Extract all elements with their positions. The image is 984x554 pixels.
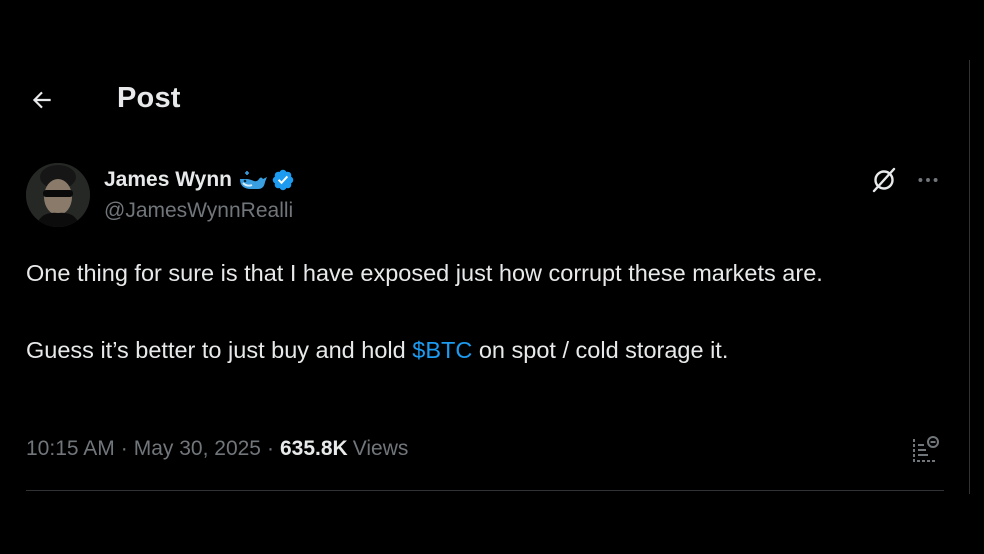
post-text: One thing for sure is that I have expose…	[26, 254, 946, 369]
page-title: Post	[117, 82, 181, 114]
more-button[interactable]	[912, 164, 944, 196]
post-paragraph: One thing for sure is that I have expose…	[26, 260, 823, 286]
meta-separator: ·	[267, 437, 274, 460]
cashtag-link[interactable]: $BTC	[412, 337, 472, 363]
post-paragraph: Guess it’s better to just buy and hold $…	[26, 331, 946, 369]
back-button[interactable]	[24, 82, 60, 118]
post-date[interactable]: May 30, 2025	[134, 437, 261, 461]
meta-separator: ·	[120, 437, 128, 460]
more-horizontal-icon	[918, 178, 938, 182]
author-handle[interactable]: @JamesWynnRealli	[104, 199, 295, 223]
grok-icon	[872, 167, 896, 193]
post-text-segment: Guess it’s better to just buy and hold	[26, 337, 413, 363]
post-time[interactable]: 10:15 AM	[26, 437, 115, 461]
author-name[interactable]: James Wynn	[104, 168, 232, 192]
column-border	[969, 60, 970, 494]
post-divider	[26, 490, 944, 491]
avatar[interactable]	[26, 163, 90, 227]
avatar-image	[26, 163, 90, 227]
views-label: Views	[352, 437, 409, 460]
arrow-left-icon	[32, 91, 51, 109]
post-author: James Wynn @JamesWynnRealli	[104, 166, 295, 223]
grok-button[interactable]	[868, 164, 900, 196]
post-meta: 10:15 AM · May 30, 2025 · 635.8K Views	[26, 434, 408, 464]
post-text-segment: on spot / cold storage it.	[472, 337, 729, 363]
verified-badge-icon[interactable]	[271, 168, 295, 192]
analytics-button[interactable]	[908, 431, 944, 467]
whale-emoji-icon	[238, 169, 268, 191]
page-header: Post	[0, 76, 969, 126]
views-count: 635.8K	[280, 437, 348, 460]
analytics-icon	[913, 436, 939, 462]
